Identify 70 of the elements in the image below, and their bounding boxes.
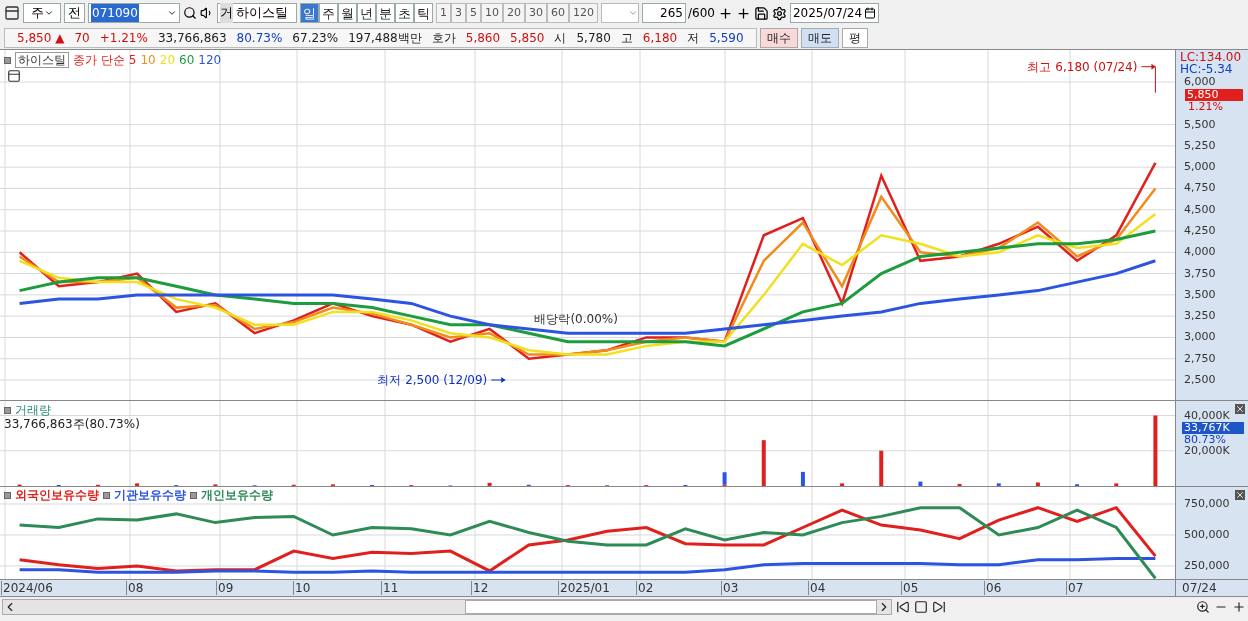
date-label: 08	[126, 581, 144, 595]
axis-tick-label: 2,750	[1184, 352, 1216, 365]
axis-tick-label: 4,250	[1184, 225, 1216, 237]
quote-value: 33,766,863	[157, 29, 227, 47]
quote-value: 80.73%	[236, 29, 283, 47]
quote-value: 시	[554, 29, 567, 47]
quote-value: 67.23%	[292, 29, 339, 47]
axis-tick-label: 250,000	[1184, 559, 1230, 572]
date-label: 04	[808, 581, 826, 595]
count-max: /600	[688, 5, 715, 22]
axis-tick-label: 4,000	[1184, 246, 1216, 259]
quote-value: 저	[687, 29, 700, 47]
date-label: 2024/06	[1, 581, 53, 595]
legend-label: 60	[179, 53, 195, 67]
legend-label: 개인보유수량	[201, 488, 273, 502]
axis-tick-label: 5,250	[1184, 139, 1216, 152]
legend-label: 기관보유수량	[114, 488, 186, 502]
date-label: 10	[293, 581, 311, 595]
quote-value: 5,590	[709, 29, 744, 47]
axis-tick-label: 6,000	[1184, 76, 1216, 88]
axis-tick-label: 500,000	[1184, 528, 1230, 541]
legend-label: 120	[198, 53, 222, 67]
axis-tick-label: 750,000	[1184, 498, 1230, 510]
current-volume-tag: 33,767K	[1182, 422, 1244, 434]
panel-title: 거래량	[15, 403, 51, 417]
date-label: 07	[1066, 581, 1084, 595]
date-label: 03	[721, 581, 739, 595]
quote-value: 5,860	[465, 29, 501, 47]
volume-ratio-label: 80.73%	[1184, 434, 1226, 445]
current-price-tag: 5,850	[1185, 88, 1243, 101]
date-label: 09	[216, 581, 234, 595]
legend-label: 종가 단순	[73, 53, 125, 67]
axis-tick-label: 4,500	[1184, 203, 1216, 216]
axis-tick-label: 3,750	[1184, 267, 1216, 280]
axis-tick-label: 40,000K	[1184, 409, 1230, 422]
quote-value: 70	[74, 29, 90, 47]
axis-tick-label: 5,000	[1184, 161, 1216, 174]
quote-value: +1.21%	[99, 29, 148, 47]
legend-label: 20	[159, 53, 176, 67]
lc-label: LC:134.00	[1180, 51, 1242, 63]
quote-value: 6,180	[642, 29, 678, 47]
current-date-label: 07/24	[1175, 580, 1248, 596]
axis-tick-label: 3,250	[1184, 310, 1216, 323]
date-label: 12	[471, 581, 489, 595]
axis-tick-label: 3,000	[1184, 331, 1216, 344]
chart-annotation: 최저 2,500 (12/09)	[377, 373, 488, 387]
axis-tick-label: 3,500	[1184, 288, 1216, 301]
stock-tag: 하이스틸	[15, 52, 69, 68]
axis-tick-label: 5,500	[1184, 118, 1216, 131]
axis-tick-label: 2,500	[1184, 374, 1216, 386]
date-label: 02	[636, 581, 654, 595]
quote-value: 호가	[431, 29, 456, 47]
date-label: 05	[901, 581, 919, 595]
quote-value: 5,850	[510, 29, 545, 47]
date-label: 11	[381, 581, 399, 595]
chart-annotation: 최고 6,180 (07/24)	[1027, 59, 1138, 74]
quote-value: 5,850 ▲	[17, 29, 65, 47]
hc-label: HC:-5.34	[1180, 63, 1233, 75]
volume-summary: 33,766,863주(80.73%)	[4, 417, 140, 431]
quote-value: 고	[620, 29, 633, 47]
quote-value: 197,488백만	[348, 29, 422, 47]
legend-label: 외국인보유수량	[15, 488, 99, 502]
legend-label: 5	[128, 53, 137, 67]
legend-label: 10	[140, 53, 156, 67]
axis-tick-label: 4,750	[1184, 182, 1216, 195]
date-label: 2025/01	[558, 581, 610, 595]
date-label: 06	[984, 581, 1002, 595]
quote-value: 5,780	[576, 29, 611, 47]
axis-tick-label: 20,000K	[1184, 444, 1230, 457]
chart-annotation: 배당락(0.00%)	[534, 311, 618, 326]
